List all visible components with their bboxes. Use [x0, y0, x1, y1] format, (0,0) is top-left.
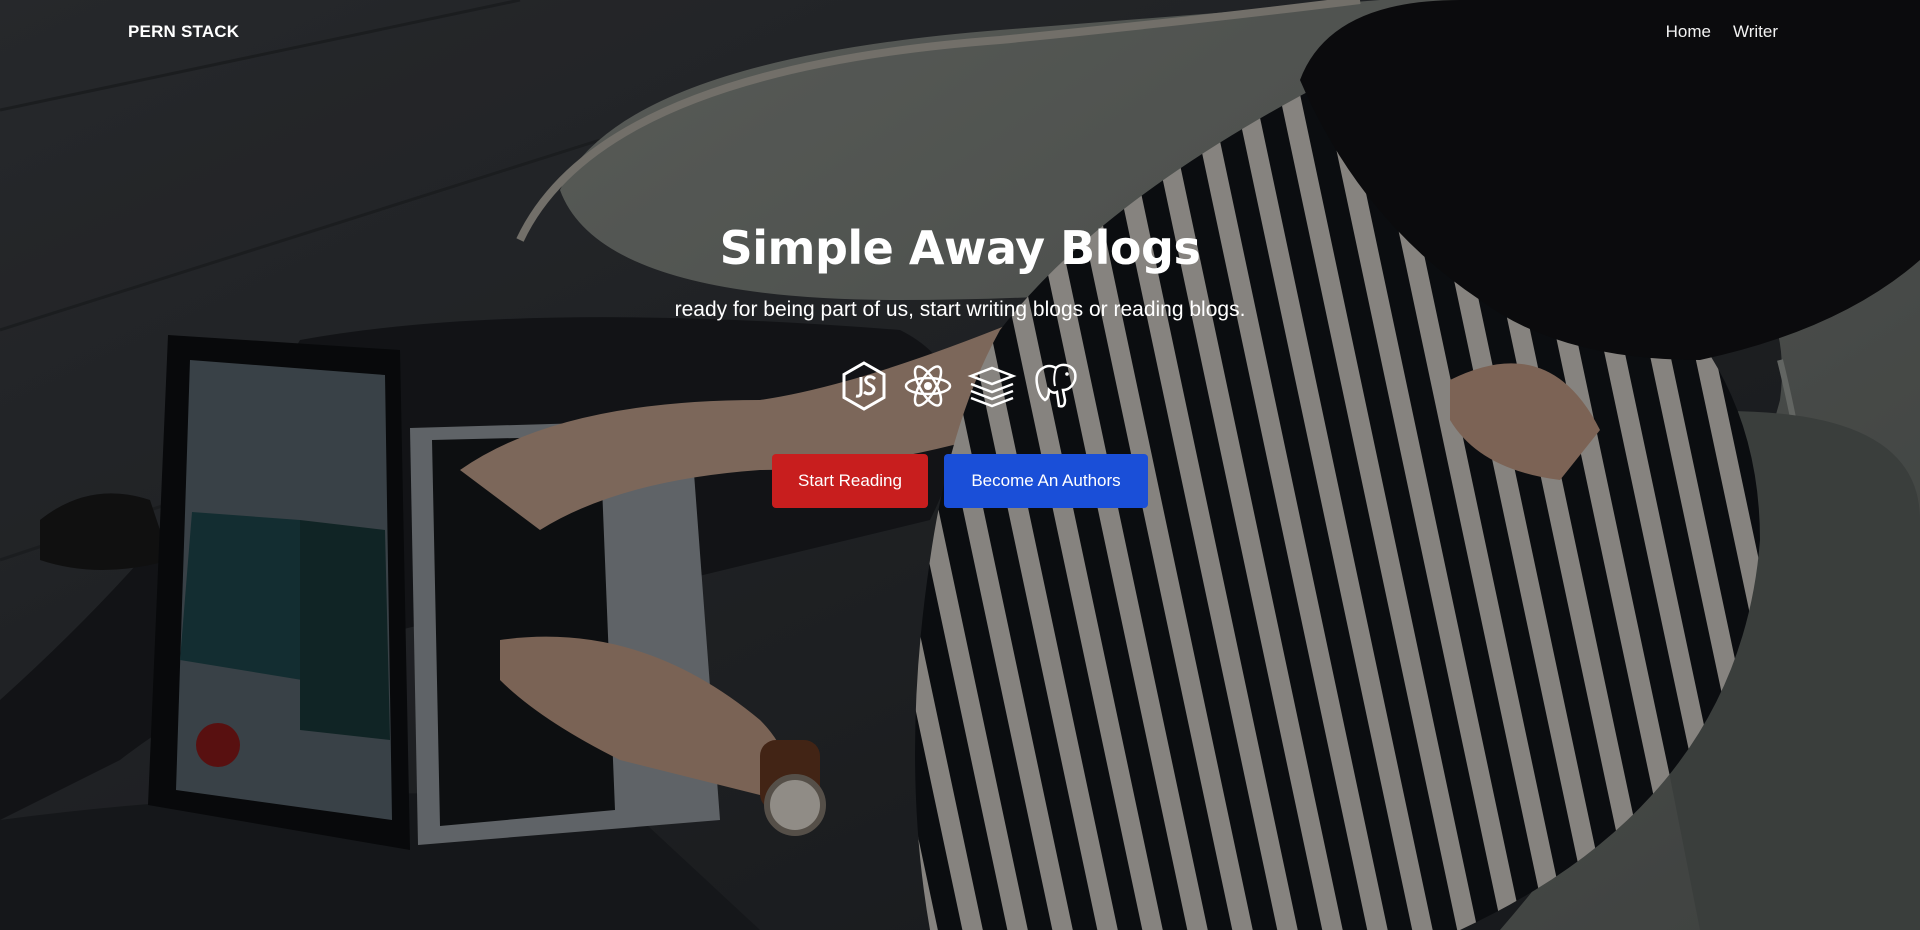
react-icon [904, 365, 952, 407]
sequelize-stack-icon [967, 366, 1017, 408]
brand-logo-link[interactable]: PERN STACK [128, 22, 239, 42]
hero-content: Simple Away Blogs ready for being part o… [0, 218, 1920, 508]
start-reading-button[interactable]: Start Reading [772, 454, 928, 508]
nodejs-icon [842, 361, 886, 411]
nav-links: Home Writer [1666, 22, 1778, 42]
hero-title: Simple Away Blogs [719, 221, 1201, 275]
hero-buttons: Start Reading Become An Authors [0, 454, 1920, 508]
navbar: PERN STACK Home Writer [0, 0, 1920, 66]
hero-section: PERN STACK Home Writer Simple Away Blogs… [0, 0, 1920, 930]
nav-link-home[interactable]: Home [1666, 22, 1711, 42]
nav-link-writer[interactable]: Writer [1733, 22, 1778, 42]
become-author-button[interactable]: Become An Authors [944, 454, 1148, 508]
postgresql-elephant-icon [1035, 363, 1077, 408]
tech-stack-icons [0, 360, 1920, 412]
hero-subtitle: ready for being part of us, start writin… [674, 298, 1246, 321]
